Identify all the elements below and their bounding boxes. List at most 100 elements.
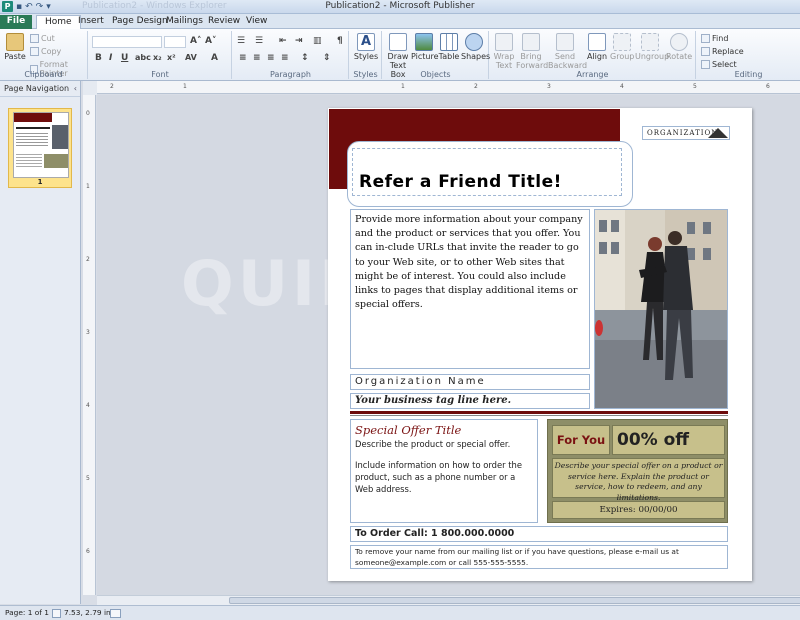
couple-photo[interactable]	[594, 209, 728, 409]
page-thumbnail[interactable]: 1	[8, 108, 72, 188]
group-button[interactable]: Group	[610, 33, 634, 61]
special-offer-box[interactable]: Special Offer Title Describe the product…	[350, 419, 538, 523]
styles-button[interactable]: A Styles	[353, 33, 379, 61]
bring-forward-icon	[522, 33, 540, 51]
grow-font-icon[interactable]: A˄	[190, 36, 201, 46]
thumbnail-title	[16, 127, 50, 129]
ruler-h-label: 6	[766, 83, 770, 90]
title-frame[interactable]: Refer a Friend Title!	[347, 141, 633, 207]
scissors-icon	[30, 34, 39, 43]
body-text-box[interactable]: Provide more information about your comp…	[350, 209, 590, 369]
coupon[interactable]: For You 00% off Describe your special of…	[547, 419, 728, 523]
text-box-icon	[389, 33, 407, 51]
page-status[interactable]: Page: 1 of 1	[5, 606, 49, 620]
numbering-icon[interactable]: ☰	[255, 36, 263, 46]
shrink-font-icon[interactable]: A˅	[205, 36, 216, 46]
table-button[interactable]: Table	[437, 33, 461, 61]
ruler-v-label: 5	[86, 475, 90, 482]
copy-label: Copy	[41, 47, 62, 56]
increase-indent-icon[interactable]: ⇥	[295, 36, 303, 46]
cut-label: Cut	[41, 34, 55, 43]
superscript-icon[interactable]: x²	[167, 53, 176, 62]
tab-file[interactable]: File	[0, 15, 32, 29]
send-backward-button[interactable]: Send Backward	[548, 33, 587, 70]
paragraph-group: ☰ ☰ ⇤ ⇥ ▥ ¶ ≡ ≡ ≡ ≡ ↕ ⇕ Paragraph	[233, 31, 349, 79]
font-color-icon[interactable]: A	[211, 53, 218, 63]
editing-group: Find Replace Select Editing	[697, 31, 800, 79]
wrap-text-label-2: Text	[495, 61, 513, 70]
align-right-icon[interactable]: ≡	[267, 53, 275, 63]
organization-name-box[interactable]: Organization Name	[350, 374, 590, 390]
title-text-box[interactable]: Refer a Friend Title!	[352, 148, 622, 196]
binoculars-icon	[701, 34, 710, 43]
tab-view[interactable]: View	[238, 15, 275, 29]
shapes-label: Shapes	[461, 52, 491, 61]
ruler-v-label: 2	[86, 256, 90, 263]
coupon-expiration[interactable]: Expires: 00/00/00	[552, 501, 725, 519]
coupon-percent-off[interactable]: 00% off	[612, 425, 725, 455]
line-spacing-icon[interactable]: ↕	[301, 53, 309, 63]
paragraph-spacing-icon[interactable]: ⇕	[323, 53, 331, 63]
font-group: A˄ A˅ B I U abc x₂ x² AV A Font	[89, 31, 232, 79]
cut-button[interactable]: Cut	[30, 34, 55, 43]
paragraph-marks-icon[interactable]: ¶	[337, 36, 343, 46]
clipboard-group-label: Clipboard	[24, 70, 63, 79]
find-button[interactable]: Find	[701, 34, 728, 43]
objects-group-label: Objects	[420, 70, 451, 79]
ruler-h-label: 1	[401, 83, 405, 90]
publication-page[interactable]: ORGANIZATION Refer a Friend Title! Provi…	[328, 108, 752, 581]
ruler-h-label: 5	[693, 83, 697, 90]
collapse-icon[interactable]: ‹	[74, 81, 77, 97]
italic-icon[interactable]: I	[109, 53, 112, 63]
paste-button[interactable]: Paste	[3, 33, 27, 61]
picture-button[interactable]: Picture	[411, 33, 439, 61]
special-offer-order-info: Include information on how to order the …	[355, 460, 522, 494]
character-spacing-icon[interactable]: AV	[185, 53, 197, 62]
wrap-text-icon	[495, 33, 513, 51]
ungroup-button[interactable]: Ungroup	[635, 33, 669, 61]
coupon-for-you[interactable]: For You	[552, 425, 610, 455]
justify-icon[interactable]: ≡	[281, 53, 289, 63]
align-button[interactable]: Align	[586, 33, 608, 61]
font-name-dropdown[interactable]	[92, 36, 162, 48]
mailing-list-box[interactable]: To remove your name from our mailing lis…	[350, 545, 728, 569]
shapes-icon	[465, 33, 483, 51]
replace-button[interactable]: Replace	[701, 47, 744, 56]
coupon-description[interactable]: Describe your special offer on a product…	[552, 458, 725, 502]
wrap-text-button[interactable]: Wrap Text	[492, 33, 516, 70]
align-center-icon[interactable]: ≡	[253, 53, 261, 63]
shapes-button[interactable]: Shapes	[461, 33, 491, 61]
tagline-box[interactable]: Your business tag line here.	[350, 393, 590, 409]
order-call: To Order Call: 1 800.000.0000	[355, 528, 515, 539]
subscript-icon[interactable]: x₂	[153, 53, 162, 62]
ungroup-label: Ungroup	[635, 52, 670, 61]
select-button[interactable]: Select	[701, 60, 737, 69]
vertical-ruler[interactable]: 0 1 2 3 4 5 6	[83, 95, 96, 595]
horizontal-scrollbar[interactable]	[97, 595, 800, 605]
bold-icon[interactable]: B	[95, 53, 102, 63]
ruler-h-label: 2	[110, 83, 114, 90]
order-call-box[interactable]: To Order Call: 1 800.000.0000	[350, 526, 728, 542]
columns-icon[interactable]: ▥	[313, 36, 322, 46]
bring-forward-label-1: Bring	[520, 52, 542, 61]
copy-button[interactable]: Copy	[30, 47, 61, 56]
decrease-indent-icon[interactable]: ⇤	[279, 36, 287, 46]
styles-label: Styles	[353, 52, 379, 61]
styles-group: A Styles Styles	[350, 31, 382, 79]
scrollbar-thumb[interactable]	[229, 597, 800, 604]
bullets-icon[interactable]: ☰	[237, 36, 245, 46]
align-left-icon[interactable]: ≡	[239, 53, 247, 63]
horizontal-ruler[interactable]: 2 1 1 2 3 4 5 6	[97, 81, 800, 94]
draw-text-box-label-1: Draw	[387, 52, 409, 61]
strikethrough-icon[interactable]: abc	[135, 53, 151, 62]
rotate-button[interactable]: Rotate	[666, 33, 692, 61]
divider-line	[350, 411, 728, 414]
underline-icon[interactable]: U	[121, 53, 128, 63]
object-size-icon	[110, 609, 121, 618]
send-backward-label-2: Backward	[548, 61, 588, 70]
ruler-corner[interactable]	[83, 81, 97, 95]
table-icon	[440, 33, 458, 51]
align-label: Align	[586, 52, 608, 61]
font-size-dropdown[interactable]	[164, 36, 186, 48]
bring-forward-button[interactable]: Bring Forward	[516, 33, 548, 70]
